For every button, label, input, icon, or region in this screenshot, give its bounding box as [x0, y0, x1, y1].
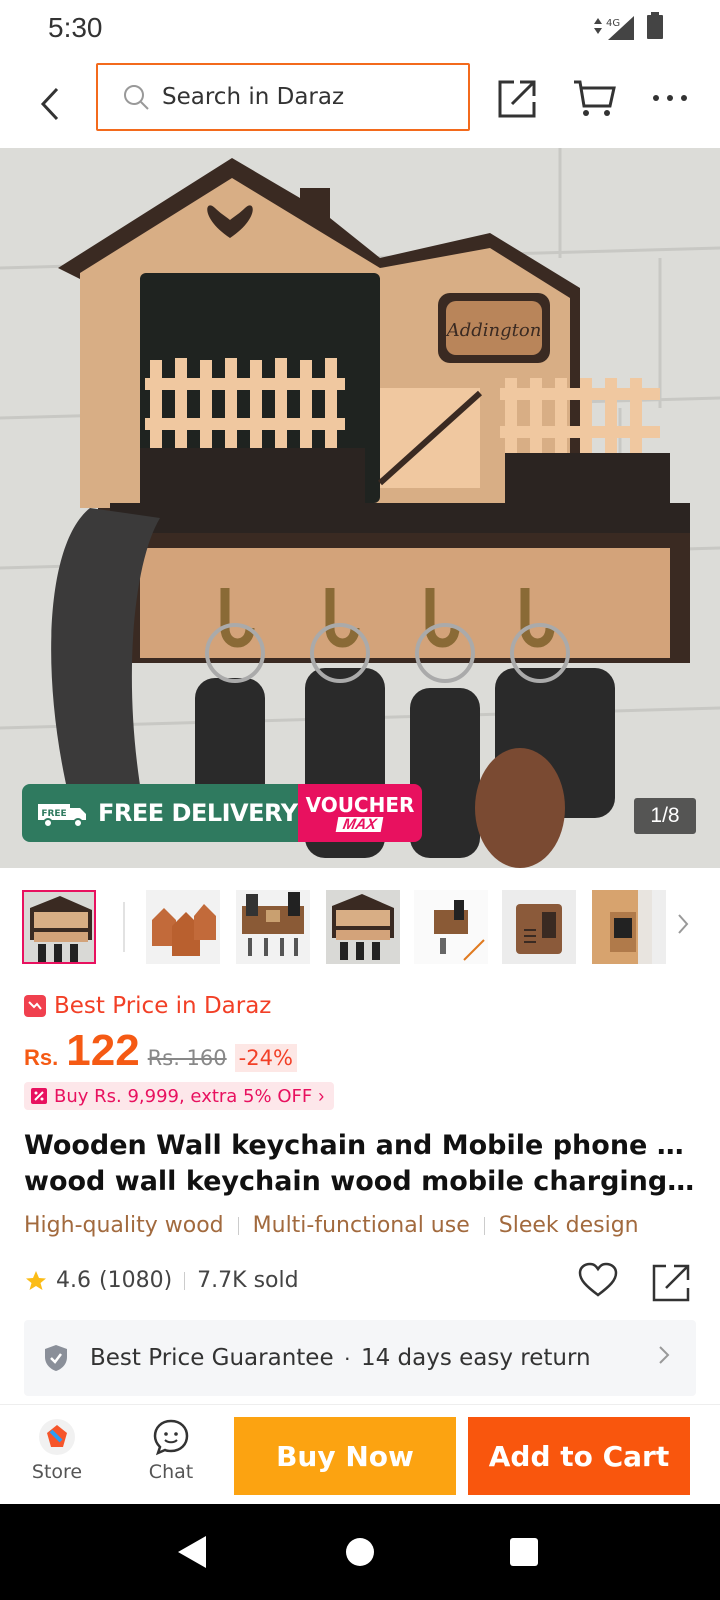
- guarantee-separator: ·: [343, 1345, 351, 1370]
- battery-icon: [646, 12, 664, 45]
- thumbnail-2[interactable]: [146, 890, 220, 964]
- signal-icon: 4G: [590, 14, 636, 44]
- more-icon: [653, 95, 687, 101]
- guarantee-price-text: Best Price Guarantee: [90, 1345, 334, 1371]
- search-placeholder: Search in Daraz: [162, 84, 345, 110]
- nav-recents-icon: [510, 1538, 538, 1566]
- thumbnail-5[interactable]: [414, 890, 488, 964]
- status-icons: 4G: [590, 12, 664, 45]
- star-icon: [26, 1270, 46, 1290]
- store-button[interactable]: Store: [12, 1417, 102, 1497]
- free-delivery-voucher-badge: FREE FREE DELIVERY VOUCHER MAX: [22, 784, 422, 842]
- svg-text:Addington: Addington: [445, 320, 542, 341]
- share-product-button[interactable]: [652, 1264, 690, 1307]
- current-price: 122: [66, 1026, 140, 1075]
- promo-banner[interactable]: Buy Rs. 9,999, extra 5% OFF ›: [24, 1082, 335, 1110]
- product-title: Wooden Wall keychain and Mobile phone ho…: [24, 1128, 696, 1200]
- feature-tag: Multi-functional use: [252, 1213, 470, 1238]
- product-features: High-quality wood Multi-functional use S…: [24, 1213, 639, 1238]
- cart-button[interactable]: [570, 74, 618, 122]
- thumbnail-7[interactable]: [592, 890, 666, 964]
- chat-label: Chat: [148, 1461, 194, 1483]
- thumbnail-3[interactable]: [236, 890, 310, 964]
- cart-icon: [574, 80, 616, 116]
- thumbnail-6[interactable]: [502, 890, 576, 964]
- guarantee-return-text: 14 days easy return: [360, 1345, 591, 1371]
- discount-badge: -24%: [234, 1044, 297, 1072]
- system-navigation-bar: [0, 1504, 720, 1600]
- more-button[interactable]: [646, 74, 694, 122]
- guarantee-bar[interactable]: Best Price Guarantee · 14 days easy retu…: [24, 1320, 696, 1396]
- search-input[interactable]: Search in Daraz: [96, 63, 470, 131]
- share-icon: [498, 80, 536, 118]
- product-title-line-1: Wooden Wall keychain and Mobile phone ho…: [24, 1130, 696, 1161]
- feature-tag: High-quality wood: [24, 1213, 224, 1238]
- store-label: Store: [31, 1461, 83, 1483]
- voucher-label: VOUCHER: [305, 792, 415, 817]
- sold-count: 7.7K sold: [197, 1268, 299, 1293]
- feature-divider: [237, 1216, 239, 1235]
- rating-value: 4.6: [56, 1268, 91, 1293]
- svg-text:FREE: FREE: [41, 809, 66, 819]
- free-delivery-label: FREE DELIVERY: [98, 799, 298, 827]
- buy-now-button[interactable]: Buy Now: [234, 1417, 456, 1495]
- share-button[interactable]: [494, 74, 542, 122]
- review-count: (1080): [99, 1268, 173, 1293]
- share-icon: [652, 1264, 690, 1302]
- chat-icon: [153, 1419, 189, 1456]
- chevron-right-icon: [658, 1344, 670, 1371]
- nav-home-button[interactable]: [338, 1530, 382, 1574]
- thumbnail-strip: [0, 890, 720, 970]
- price-currency: Rs.: [24, 1045, 59, 1070]
- promo-text: Buy Rs. 9,999, extra 5% OFF: [54, 1085, 313, 1107]
- thumbnail-next-button[interactable]: [676, 912, 690, 941]
- svg-text:4G: 4G: [606, 18, 620, 29]
- image-counter: 1/8: [634, 798, 696, 834]
- store-icon: [39, 1419, 75, 1455]
- bottom-action-bar: Store Chat Buy Now Add to Cart: [0, 1404, 720, 1504]
- product-photo: Addington: [0, 148, 720, 868]
- back-button[interactable]: [28, 74, 72, 134]
- thumbnail-4[interactable]: [326, 890, 400, 964]
- heart-icon: [578, 1262, 618, 1297]
- feature-tag: Sleek design: [498, 1213, 639, 1238]
- status-time: 5:30: [48, 12, 103, 43]
- back-arrow-icon: [40, 87, 59, 121]
- nav-recents-button[interactable]: [502, 1530, 546, 1574]
- price-row: Rs. 122 Rs. 160 -24%: [24, 1026, 297, 1076]
- rating-divider: [184, 1271, 186, 1290]
- thumbnail-divider: [123, 902, 125, 952]
- voucher-max-badge: VOUCHER MAX: [298, 784, 422, 842]
- original-price: Rs. 160: [147, 1046, 227, 1070]
- chat-button[interactable]: Chat: [126, 1417, 216, 1497]
- voucher-icon: [31, 1088, 47, 1104]
- free-delivery-badge: FREE FREE DELIVERY: [22, 784, 298, 842]
- voucher-max-label: MAX: [336, 816, 384, 833]
- best-price-text: Best Price in Daraz: [54, 993, 272, 1019]
- add-to-cart-button[interactable]: Add to Cart: [468, 1417, 690, 1495]
- best-price-icon: [24, 995, 46, 1017]
- chevron-right-icon: ›: [318, 1085, 325, 1106]
- status-bar: 5:30 4G: [0, 0, 720, 56]
- best-price-label: Best Price in Daraz: [24, 993, 271, 1019]
- top-bar: Search in Daraz: [0, 56, 720, 148]
- nav-home-icon: [346, 1538, 374, 1566]
- wishlist-button[interactable]: [578, 1262, 618, 1303]
- chevron-right-icon: [678, 914, 689, 934]
- rating-row[interactable]: 4.6 (1080) 7.7K sold: [24, 1268, 299, 1293]
- delivery-truck-icon: FREE: [38, 804, 86, 828]
- shield-check-icon: [44, 1344, 68, 1372]
- product-title-line-2: wood wall keychain wood mobile charging …: [24, 1166, 696, 1197]
- feature-divider: [483, 1216, 485, 1235]
- nav-back-icon: [178, 1536, 206, 1568]
- thumbnail-1[interactable]: [22, 890, 96, 964]
- product-image[interactable]: Addington FREE FREE DELIVERY VOUCHER MAX…: [0, 148, 720, 868]
- nav-back-button[interactable]: [170, 1530, 214, 1574]
- search-icon: [122, 83, 150, 111]
